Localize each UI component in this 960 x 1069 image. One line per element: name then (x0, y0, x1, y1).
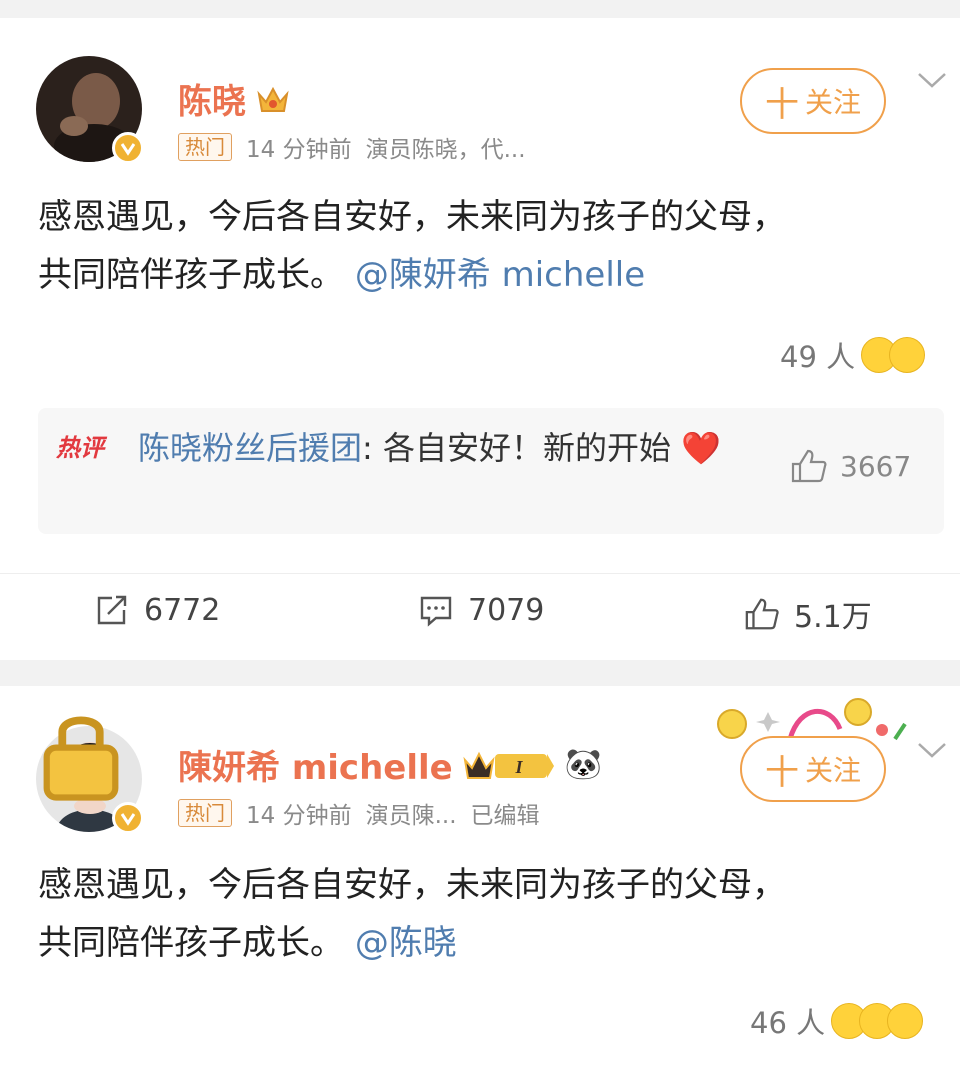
post-text-line: 共同陪伴孩子成长。 @陳妍希 michelle (38, 246, 928, 304)
post-time: 14 分钟前 (246, 137, 352, 163)
comment-button[interactable]: 7079 (418, 592, 544, 628)
post-meta: 热门 14 分钟前 演员陈晓，代... (178, 130, 526, 164)
post-body: 感恩遇见，今后各自安好，未来同为孩子的父母， 共同陪伴孩子成长。 @陳妍希 mi… (38, 188, 928, 304)
reaction-summary[interactable]: 49 人 (780, 334, 926, 376)
hot-comment-author[interactable]: 陈晓粉丝后援团 (138, 429, 362, 467)
svg-text:I: I (514, 757, 523, 777)
post-meta: 热门 14 分钟前 演员陳... 已编辑 (178, 796, 540, 830)
follow-button[interactable]: 十 关注 (740, 68, 886, 134)
reaction-count: 46 人 (750, 1006, 826, 1040)
username[interactable]: 陳妍希 michelle I 🐼 (178, 740, 602, 789)
like-icon (791, 449, 827, 483)
follow-label: 关注 (804, 754, 861, 787)
plus-icon: 十 (764, 752, 799, 793)
like-count: 5.1万 (794, 600, 872, 635)
post-text-fragment: 共同陪伴孩子成长。 (38, 255, 344, 295)
plus-icon: 十 (764, 84, 799, 125)
divider (0, 573, 960, 574)
repost-button[interactable]: 6772 (94, 592, 220, 628)
comment-icon (420, 596, 452, 627)
verified-icon (112, 132, 144, 164)
mention-link[interactable]: @陳妍希 michelle (355, 255, 645, 295)
hot-comment-text: 陈晓粉丝后援团: 各自安好！新的开始 ❤️ (138, 422, 758, 474)
username-text[interactable]: 陈晓 (178, 74, 246, 123)
username[interactable]: 陈晓 (178, 74, 290, 123)
post-source: 演员陈晓，代... (365, 137, 526, 163)
chevron-down-icon[interactable] (916, 740, 948, 760)
post-text-fragment: 共同陪伴孩子成长。 (38, 923, 344, 963)
like-button[interactable]: 5.1万 (744, 592, 872, 636)
reaction-count: 49 人 (780, 340, 856, 374)
emoji-reaction-icon (887, 1003, 924, 1039)
member-badge-icon: I (463, 751, 554, 779)
post-text-line: 感恩遇见，今后各自安好，未来同为孩子的父母， (38, 865, 786, 905)
like-icon (745, 598, 779, 630)
avatar[interactable] (36, 56, 144, 164)
hot-comment-label: 热评 (56, 434, 104, 462)
avatar[interactable] (36, 716, 144, 834)
reaction-summary[interactable]: 46 人 (750, 1000, 924, 1042)
comment-count: 7079 (468, 592, 545, 628)
post-card-1: 陈晓 热门 14 分钟前 演员陈晓，代... 十 关注 感恩遇见，今后各自安好，… (0, 18, 960, 660)
chevron-down-icon[interactable] (916, 70, 948, 90)
hot-comment[interactable]: 热评 陈晓粉丝后援团: 各自安好！新的开始 ❤️ 3667 (38, 408, 944, 534)
crown-icon (257, 86, 289, 112)
heart-icon: ❤️ (681, 429, 721, 467)
post-source: 演员陳... (365, 803, 457, 829)
hot-comment-body: : 各自安好！新的开始 (362, 429, 671, 467)
emoji-reaction-icon (889, 337, 926, 373)
repost-count: 6772 (144, 592, 221, 628)
hot-tag: 热门 (178, 133, 232, 161)
post-text-line: 感恩遇见，今后各自安好，未来同为孩子的父母， (38, 197, 786, 237)
repost-icon (97, 595, 127, 625)
hot-tag: 热门 (178, 799, 232, 827)
verified-icon (112, 802, 144, 834)
username-text[interactable]: 陳妍希 michelle (178, 740, 453, 789)
hot-comment-like[interactable]: 3667 (790, 448, 911, 484)
follow-button[interactable]: 十 关注 (740, 736, 886, 802)
lock-sticker-icon (43, 716, 119, 801)
hot-comment-like-count: 3667 (840, 449, 912, 483)
post-text-line: 共同陪伴孩子成长。 @陈晓 (38, 914, 928, 972)
edited-label: 已编辑 (470, 803, 540, 829)
post-body: 感恩遇见，今后各自安好，未来同为孩子的父母， 共同陪伴孩子成长。 @陈晓 (38, 856, 928, 972)
post-card-2: 陳妍希 michelle I 🐼 热门 14 分钟前 演员陳... 已编辑 十 … (0, 686, 960, 1069)
follow-label: 关注 (804, 86, 861, 119)
post-time: 14 分钟前 (246, 803, 352, 829)
mention-link[interactable]: @陈晓 (355, 923, 457, 963)
panda-icon: 🐼 (564, 747, 603, 782)
